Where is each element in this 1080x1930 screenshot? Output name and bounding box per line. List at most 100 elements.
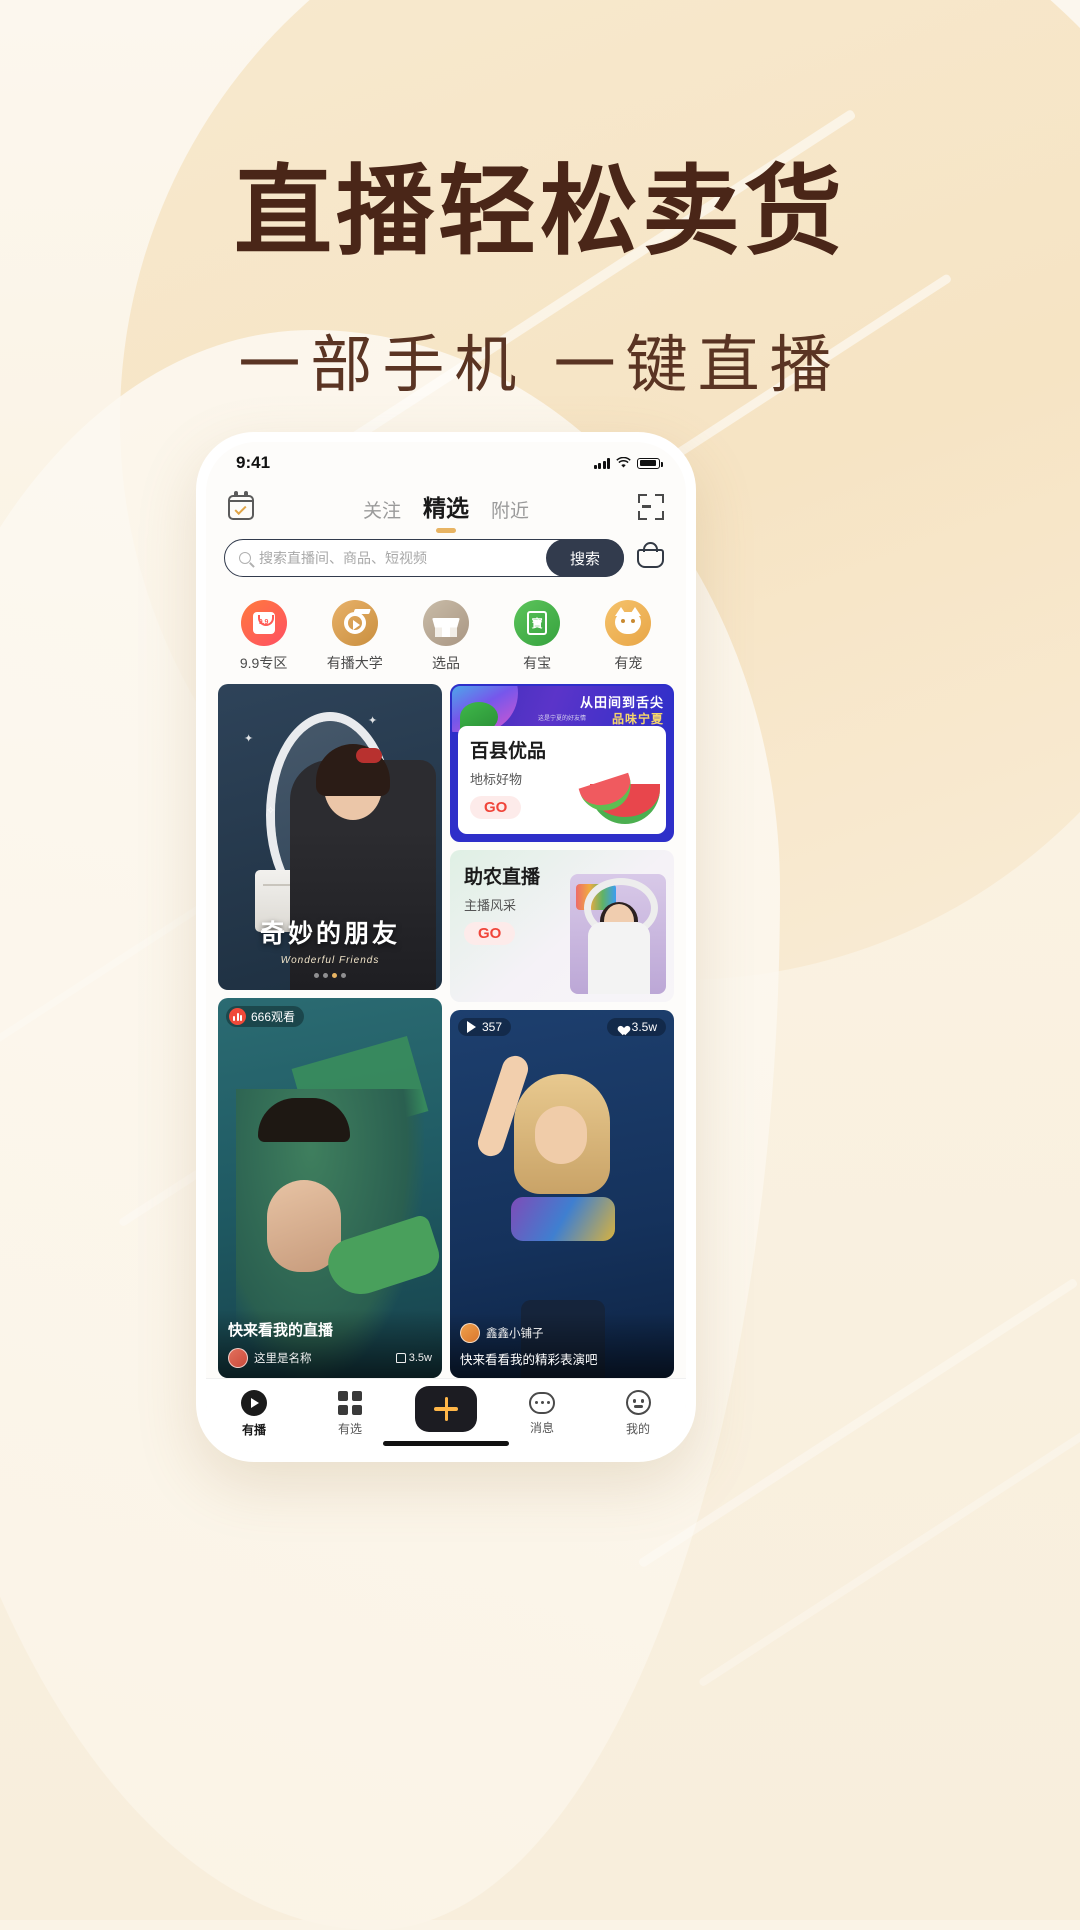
category-label: 有宝: [523, 654, 552, 671]
treasure-icon: 寶: [514, 599, 561, 646]
category-item-treasure[interactable]: 寶 有宝: [500, 599, 574, 673]
sparkle-icon: ✦: [368, 715, 378, 727]
search-button[interactable]: 搜索: [546, 539, 624, 577]
nav-item-select[interactable]: 有选: [315, 1390, 385, 1437]
sparkle-icon: ✦: [244, 733, 254, 745]
carousel-dots[interactable]: [218, 973, 442, 978]
live-left-like-count: 3.5w: [408, 1352, 432, 1364]
play-icon: [467, 1021, 476, 1033]
nav-item-live[interactable]: 有播: [219, 1389, 289, 1438]
category-item-99[interactable]: 9.9 9.9专区: [227, 599, 301, 673]
feed-column-right: 从田间到舌尖 品味宁夏 这是宁夏的好友情 百县优品 地标好物 GO 助农直播 主…: [450, 684, 674, 1378]
nav-item-profile[interactable]: 我的: [603, 1390, 673, 1437]
avatar: [460, 1323, 480, 1343]
hero-title: 直播轻松卖货: [233, 156, 846, 266]
category-item-university[interactable]: 有播大学: [318, 599, 392, 673]
watermelon-decor: [578, 772, 660, 828]
live-viewers-count: 666观看: [251, 1010, 296, 1024]
feed-card-live-right[interactable]: 357 3.5w 鑫鑫小铺子 快来看看我的精彩表演吧: [450, 1010, 674, 1378]
feed-card-mirror[interactable]: ✦ ✧ ✦ 奇妙的朋友 Wonderful Friends: [218, 684, 442, 990]
mirror-card-title: 奇妙的朋友: [259, 921, 400, 948]
pet-icon: [605, 599, 652, 646]
graduation-play-icon: [331, 599, 378, 646]
video-likes-badge: 3.5w: [606, 1018, 666, 1036]
live-left-overlay: 快来看我的直播 这里是名称 3.5w: [218, 1309, 442, 1378]
shop-icon: [422, 599, 469, 646]
play-circle-icon: [241, 1389, 267, 1416]
promo-body: 百县优品 地标好物 GO: [458, 726, 666, 834]
promo-title: 百县优品: [470, 741, 547, 762]
sparkle-icon: ✧: [266, 805, 276, 817]
video-like-count: 3.5w: [631, 1020, 657, 1034]
promo-banner-main: 从田间到舌尖: [579, 695, 664, 710]
heart-icon: [616, 1022, 627, 1033]
promo-card-zhunong[interactable]: 助农直播 主播风采 GO: [450, 850, 674, 1002]
live-left-footer: 这里是名称 3.5w: [228, 1348, 432, 1368]
nav-label: 我的: [625, 1422, 650, 1436]
phone-screen: 9:41 关注 精选 附近 搜索直播间、商品、短视频 搜索 9.9 9.9专区 …: [206, 442, 686, 1452]
hero-text-block: 直播轻松卖货 一部手机 一键直播: [0, 155, 1080, 404]
content-feed: ✦ ✧ ✦ 奇妙的朋友 Wonderful Friends 666观看 快来看我…: [206, 682, 686, 1378]
video-play-count: 357: [482, 1020, 503, 1034]
category-label: 有宠: [614, 654, 643, 671]
feed-card-live-left[interactable]: 666观看 快来看我的直播 这里是名称 3.5w: [218, 998, 442, 1378]
live-left-author: 这里是名称: [254, 1353, 312, 1365]
nav-item-message[interactable]: 消息: [507, 1391, 577, 1436]
live-viewers-badge: 666观看: [226, 1006, 305, 1027]
category-label: 有播大学: [326, 654, 383, 671]
promo-banner-accent: 品味宁夏: [611, 712, 664, 726]
hero-subtitle: 一部手机 一键直播: [238, 330, 842, 400]
live-left-title: 快来看我的直播: [228, 1322, 334, 1339]
bottom-navigation: 有播 有选 消息 我的: [206, 1378, 686, 1452]
grid-icon: [338, 1390, 362, 1415]
category-item-pet[interactable]: 有宠: [591, 599, 665, 673]
search-input[interactable]: 搜索直播间、商品、短视频 搜索: [224, 539, 624, 577]
cart-icon[interactable]: [634, 542, 668, 574]
nav-label: 有播: [241, 1422, 266, 1437]
feed-tab-bar: 关注 精选 附近: [206, 489, 686, 525]
live-left-likes: 3.5w: [395, 1352, 432, 1364]
scan-icon[interactable]: [638, 494, 664, 520]
anchor-photo-decor: [570, 874, 666, 994]
live-bars-icon: [229, 1008, 246, 1025]
plus-icon[interactable]: [415, 1385, 477, 1432]
live-right-author: 鑫鑫小铺子: [486, 1328, 544, 1340]
nav-label: 消息: [529, 1420, 554, 1435]
live-right-title: 快来看看我的精彩表演吧: [460, 1353, 598, 1367]
search-placeholder: 搜索直播间、商品、短视频: [259, 550, 427, 566]
search-row: 搜索直播间、商品、短视频 搜索: [206, 530, 686, 586]
bag-99-icon: 9.9: [240, 599, 287, 646]
live-right-overlay: 鑫鑫小铺子 快来看看我的精彩表演吧: [450, 1313, 674, 1378]
status-indicators: [593, 457, 663, 469]
nav-label: 有选: [337, 1421, 362, 1436]
thumbs-up-icon: [395, 1353, 406, 1363]
tab-follow[interactable]: 关注: [363, 496, 401, 525]
app-top-bar: 关注 精选 附近: [206, 484, 686, 530]
home-indicator: [383, 1441, 509, 1446]
battery-icon: [637, 457, 663, 469]
live-right-author-row: 鑫鑫小铺子: [460, 1323, 664, 1343]
nav-item-create[interactable]: [411, 1385, 481, 1432]
category-label: 选品: [431, 654, 460, 671]
search-icon: [239, 552, 251, 564]
profile-icon: [625, 1390, 651, 1415]
mirror-card-subtitle: Wonderful Friends: [280, 955, 380, 966]
status-bar: 9:41: [206, 442, 686, 484]
phone-mockup: 9:41 关注 精选 附近 搜索直播间、商品、短视频 搜索 9.9 9.9专区 …: [196, 432, 696, 1462]
feed-column-left: ✦ ✧ ✦ 奇妙的朋友 Wonderful Friends 666观看 快来看我…: [218, 684, 442, 1378]
signal-icon: [593, 457, 610, 469]
avatar: [228, 1348, 248, 1368]
video-plays-badge: 357: [458, 1018, 512, 1036]
promo-card-baixian[interactable]: 从田间到舌尖 品味宁夏 这是宁夏的好友情 百县优品 地标好物 GO: [450, 684, 674, 842]
tab-nearby[interactable]: 附近: [491, 496, 529, 525]
promo-banner-small: 这是宁夏的好友情: [537, 716, 586, 722]
message-icon: [529, 1391, 555, 1414]
promo-cta-button[interactable]: GO: [464, 922, 516, 945]
wifi-icon: [616, 457, 631, 468]
category-shortcuts: 9.9 9.9专区 有播大学 选品 寶 有宝 有宠: [206, 586, 686, 682]
promo-cta-button[interactable]: GO: [470, 796, 522, 819]
category-item-selection[interactable]: 选品: [409, 599, 483, 673]
status-time: 9:41: [236, 453, 271, 472]
tab-featured[interactable]: 精选: [423, 489, 469, 525]
category-label: 9.9专区: [239, 654, 288, 671]
